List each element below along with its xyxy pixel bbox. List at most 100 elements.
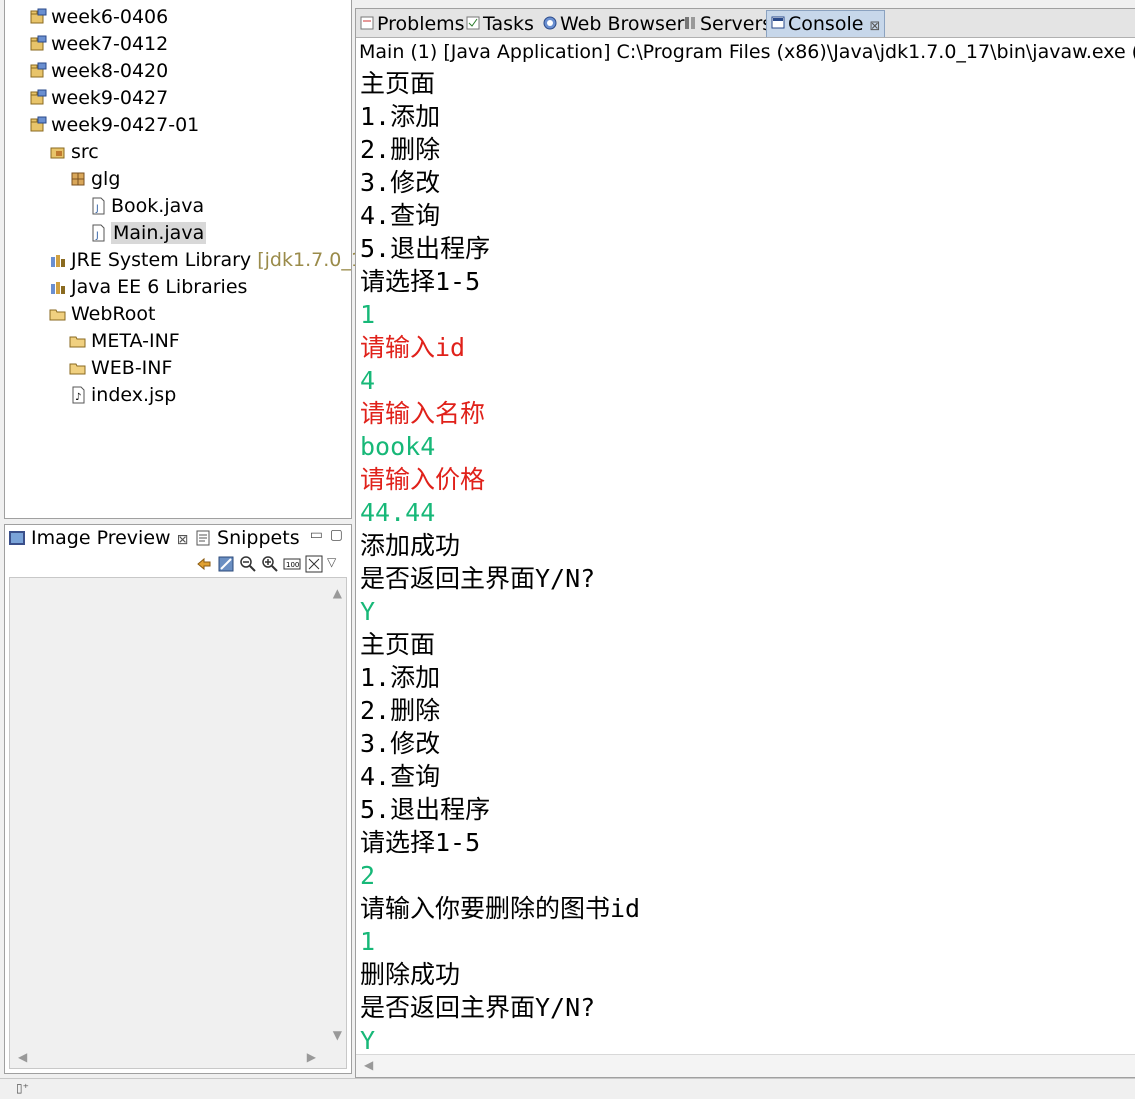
close-icon[interactable]: ⊠ xyxy=(177,532,189,548)
folder-icon xyxy=(69,331,87,349)
chevron-down-icon[interactable]: ▽ xyxy=(327,555,345,573)
tab-snippets[interactable]: Snippets xyxy=(195,525,300,551)
tree-item-label: index.jsp xyxy=(91,384,177,406)
tree-item[interactable]: week6-0406 xyxy=(29,4,168,30)
tree-item[interactable]: src xyxy=(49,139,99,165)
tree-item-label: Java EE 6 Libraries xyxy=(71,276,248,298)
problems-icon xyxy=(360,13,374,35)
status-bar: ▯⁺ xyxy=(0,1078,1135,1099)
console-line: 请选择1-5 xyxy=(360,267,481,296)
console-tab-bar: Problems Tasks Web Browser Servers Console ⊠ xyxy=(356,9,1135,38)
tree-item[interactable]: glg xyxy=(69,166,120,192)
console-line: 4.查询 xyxy=(360,201,441,230)
scroll-right-icon[interactable]: ▶ xyxy=(307,1050,316,1064)
console-line: 5.退出程序 xyxy=(360,234,491,263)
tree-item-label: Main.java xyxy=(111,222,207,244)
tree-item-label: WEB-INF xyxy=(91,357,173,379)
source-folder-icon xyxy=(49,142,67,160)
tree-item[interactable]: META-INF xyxy=(69,328,180,354)
fullscreen-icon[interactable] xyxy=(305,555,323,573)
tree-item[interactable]: J Book.java xyxy=(89,193,204,219)
tab-console[interactable]: Console ⊠ xyxy=(766,10,886,37)
tab-label: Problems xyxy=(377,13,465,35)
scroll-up-icon[interactable]: ▲ xyxy=(333,586,342,600)
svg-text:J: J xyxy=(95,204,99,214)
console-line: 4 xyxy=(360,366,376,395)
tree-item-label: week8-0420 xyxy=(51,60,169,82)
project-icon xyxy=(29,115,47,133)
tab-label: Tasks xyxy=(483,13,534,35)
tree-item-label: WebRoot xyxy=(71,303,156,325)
console-line: Y xyxy=(360,1026,376,1055)
fast-view-icon[interactable]: ▯⁺ xyxy=(16,1081,29,1095)
tree-item[interactable]: WEB-INF xyxy=(69,355,172,381)
horizontal-scrollbar[interactable]: ◀ xyxy=(356,1054,1135,1077)
scroll-down-icon[interactable]: ▼ xyxy=(333,1028,342,1042)
tree-item[interactable]: week7-0412 xyxy=(29,31,168,57)
tab-servers[interactable]: Servers xyxy=(679,11,776,37)
console-line: book4 xyxy=(360,432,436,461)
java-file-icon: J xyxy=(89,223,107,242)
tree-item-label: Book.java xyxy=(111,195,205,217)
svg-text:♪: ♪ xyxy=(75,392,81,403)
console-line: 请选择1-5 xyxy=(360,828,481,857)
console-line: 1.添加 xyxy=(360,102,441,131)
tree-item-label: glg xyxy=(91,168,121,190)
console-icon xyxy=(771,13,785,35)
library-icon xyxy=(49,250,67,268)
console-line: 4.查询 xyxy=(360,762,441,791)
console-line: 请输入id xyxy=(360,333,466,362)
preview-toolbar: 100 ▽ xyxy=(195,553,345,575)
console-line: 2.删除 xyxy=(360,696,441,725)
console-output[interactable]: 主页面 1.添加 2.删除 3.修改 4.查询 5.退出程序 请选择1-5 1 请输入id 4 请输… xyxy=(360,67,1130,1057)
console-line: 请输入价格 xyxy=(360,465,486,494)
maximize-icon[interactable]: ▢ xyxy=(330,527,343,543)
tab-web-browser[interactable]: Web Browser xyxy=(539,11,688,37)
tab-problems[interactable]: Problems xyxy=(356,11,469,37)
zoom-out-icon[interactable] xyxy=(239,555,257,573)
console-line: 3.修改 xyxy=(360,168,441,197)
tree-item-label: week6-0406 xyxy=(51,6,169,28)
minimize-icon[interactable]: ▭ xyxy=(310,527,323,543)
console-line: 3.修改 xyxy=(360,729,441,758)
tree-item[interactable]: J Main.java xyxy=(89,220,207,246)
actual-size-icon[interactable]: 100 xyxy=(283,555,301,573)
tree-item-label: META-INF xyxy=(91,330,180,352)
tree-item-label: week9-0427 xyxy=(51,87,169,109)
jsp-file-icon: ♪ xyxy=(69,385,87,404)
tree-item[interactable]: ♪ index.jsp xyxy=(69,382,176,408)
snippets-icon xyxy=(196,530,210,546)
tab-image-preview[interactable]: Image Preview ⊠ xyxy=(9,525,188,551)
svg-text:J: J xyxy=(95,231,99,241)
tree-item[interactable]: week9-0427 xyxy=(29,85,168,111)
project-icon xyxy=(29,88,47,106)
servers-icon xyxy=(683,13,697,35)
browser-icon xyxy=(543,13,557,35)
console-line: 1.添加 xyxy=(360,663,441,692)
sync-icon[interactable] xyxy=(195,555,213,573)
image-canvas[interactable]: ▲ ▼ ◀ ▶ xyxy=(9,577,347,1069)
tree-item[interactable]: week8-0420 xyxy=(29,58,168,84)
tree-item-label: JRE System Library xyxy=(71,249,252,271)
tree-item[interactable]: Java EE 6 Libraries xyxy=(49,274,247,300)
tab-snippets-label: Snippets xyxy=(217,527,300,549)
tree-item[interactable]: JRE System Library [jdk1.7.0_17] xyxy=(49,247,382,273)
svg-text:100: 100 xyxy=(286,561,299,569)
console-line: 请输入名称 xyxy=(360,399,486,428)
console-line: 是否返回主界面Y/N? xyxy=(360,993,596,1022)
tree-item-label: week7-0412 xyxy=(51,33,169,55)
console-line: 添加成功 xyxy=(360,531,461,560)
package-icon xyxy=(69,169,87,187)
tab-tasks[interactable]: Tasks xyxy=(462,11,538,37)
console-line: 主页面 xyxy=(360,630,436,659)
close-icon[interactable]: ⊠ xyxy=(869,19,880,34)
console-view: Problems Tasks Web Browser Servers Console ⊠ … xyxy=(355,8,1135,1078)
scroll-left-icon[interactable]: ◀ xyxy=(364,1058,373,1072)
tree-item-label: src xyxy=(71,141,99,163)
console-process-header: Main (1) [Java Application] C:\Program F… xyxy=(356,39,1135,65)
fit-icon[interactable] xyxy=(217,555,235,573)
zoom-in-icon[interactable] xyxy=(261,555,279,573)
scroll-left-icon[interactable]: ◀ xyxy=(18,1050,27,1064)
tree-item[interactable]: WebRoot xyxy=(49,301,155,327)
tree-item[interactable]: week9-0427-01 xyxy=(29,112,199,138)
